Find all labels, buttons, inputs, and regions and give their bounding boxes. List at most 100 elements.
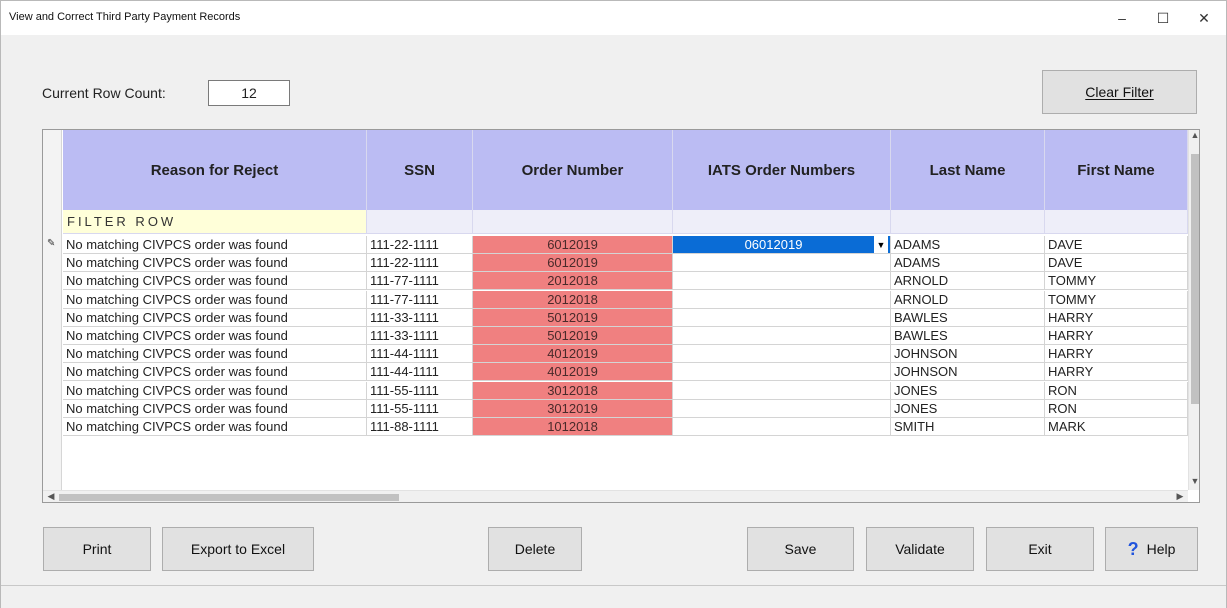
cell-last-name[interactable]: ADAMS [891, 236, 1045, 254]
delete-button[interactable]: Delete [488, 527, 582, 571]
cell-reason[interactable]: No matching CIVPCS order was found [63, 308, 367, 327]
filter-cell-order-number[interactable] [473, 210, 673, 234]
cell-ssn[interactable]: 111-77-1111 [367, 290, 473, 309]
validate-button[interactable]: Validate [866, 527, 974, 571]
cell-first-name[interactable]: RON [1045, 399, 1188, 418]
cell-order-number[interactable]: 4012019 [473, 363, 673, 382]
cell-reason[interactable]: No matching CIVPCS order was found [63, 381, 367, 400]
cell-first-name[interactable]: HARRY [1045, 363, 1188, 382]
cell-ssn[interactable]: 111-88-1111 [367, 418, 473, 436]
scroll-left-icon[interactable]: ◀ [45, 491, 57, 502]
cell-order-number[interactable]: 3012018 [473, 381, 673, 400]
scroll-right-icon[interactable]: ▶ [1174, 491, 1186, 502]
vertical-scroll-thumb[interactable] [1191, 154, 1199, 404]
cell-order-number[interactable]: 2012018 [473, 290, 673, 309]
cell-last-name[interactable]: JOHNSON [891, 363, 1045, 382]
cell-reason[interactable]: No matching CIVPCS order was found [63, 254, 367, 273]
cell-last-name[interactable]: JONES [891, 381, 1045, 400]
filter-cell-reason[interactable]: FILTER ROW [63, 210, 367, 234]
minimize-button[interactable]: – [1102, 1, 1142, 35]
cell-reason[interactable]: No matching CIVPCS order was found [63, 418, 367, 436]
cell-reason[interactable]: No matching CIVPCS order was found [63, 345, 367, 364]
help-button[interactable]: ? Help [1105, 527, 1198, 571]
cell-ssn[interactable]: 111-77-1111 [367, 272, 473, 291]
cell-first-name[interactable]: DAVE [1045, 254, 1188, 273]
cell-reason[interactable]: No matching CIVPCS order was found [63, 363, 367, 382]
cell-last-name[interactable]: ARNOLD [891, 272, 1045, 291]
cell-order-number[interactable]: 2012018 [473, 272, 673, 291]
cell-iats-order[interactable] [673, 399, 891, 418]
cell-iats-order[interactable] [673, 363, 891, 382]
filter-cell-ssn[interactable] [367, 210, 473, 234]
cell-iats-order[interactable]: 06012019 ▼ [673, 236, 891, 254]
cell-ssn[interactable]: 111-55-1111 [367, 399, 473, 418]
print-button[interactable]: Print [43, 527, 151, 571]
cell-order-number[interactable]: 5012019 [473, 308, 673, 327]
cell-iats-order[interactable] [673, 254, 891, 273]
cell-iats-order[interactable] [673, 308, 891, 327]
cell-reason[interactable]: No matching CIVPCS order was found [63, 290, 367, 309]
cell-reason[interactable]: No matching CIVPCS order was found [63, 327, 367, 345]
vertical-scrollbar[interactable]: ▲ ▼ [1188, 130, 1199, 490]
cell-first-name[interactable]: DAVE [1045, 236, 1188, 254]
cell-first-name[interactable]: RON [1045, 381, 1188, 400]
cell-reason[interactable]: No matching CIVPCS order was found [63, 236, 367, 254]
column-header-last-name[interactable]: Last Name [891, 130, 1045, 210]
cell-last-name[interactable]: BAWLES [891, 327, 1045, 345]
scroll-down-icon[interactable]: ▼ [1189, 476, 1199, 486]
cell-iats-order[interactable] [673, 381, 891, 400]
cell-reason[interactable]: No matching CIVPCS order was found [63, 272, 367, 291]
scroll-up-icon[interactable]: ▲ [1189, 130, 1199, 140]
cell-ssn[interactable]: 111-55-1111 [367, 381, 473, 400]
cell-iats-order[interactable] [673, 272, 891, 291]
maximize-button[interactable]: ☐ [1143, 1, 1183, 35]
cell-ssn[interactable]: 111-33-1111 [367, 308, 473, 327]
chevron-down-icon[interactable]: ▼ [874, 236, 888, 253]
cell-last-name[interactable]: JONES [891, 399, 1045, 418]
horizontal-scroll-thumb[interactable] [59, 494, 399, 501]
close-button[interactable]: ✕ [1184, 1, 1224, 35]
column-header-first-name[interactable]: First Name [1045, 130, 1188, 210]
cell-iats-order[interactable] [673, 418, 891, 436]
cell-ssn[interactable]: 111-33-1111 [367, 327, 473, 345]
cell-order-number[interactable]: 6012019 [473, 236, 673, 254]
cell-iats-order[interactable] [673, 290, 891, 309]
cell-order-number[interactable]: 3012019 [473, 399, 673, 418]
cell-order-number[interactable]: 1012018 [473, 418, 673, 436]
column-header-reason[interactable]: Reason for Reject [63, 130, 367, 210]
cell-last-name[interactable]: BAWLES [891, 308, 1045, 327]
save-button[interactable]: Save [747, 527, 854, 571]
cell-last-name[interactable]: ARNOLD [891, 290, 1045, 309]
cell-order-number[interactable]: 4012019 [473, 345, 673, 364]
cell-ssn[interactable]: 111-22-1111 [367, 254, 473, 273]
column-header-order-number[interactable]: Order Number [473, 130, 673, 210]
clear-filter-button[interactable]: Clear Filter [1042, 70, 1197, 114]
cell-iats-order[interactable] [673, 327, 891, 345]
cell-first-name[interactable]: HARRY [1045, 308, 1188, 327]
column-header-iats-order[interactable]: IATS Order Numbers [673, 130, 891, 210]
cell-first-name[interactable]: MARK [1045, 418, 1188, 436]
cell-last-name[interactable]: JOHNSON [891, 345, 1045, 364]
cell-first-name[interactable]: TOMMY [1045, 290, 1188, 309]
records-grid[interactable]: Reason for Reject FILTER ROW SSN Order Numb… [42, 129, 1200, 503]
cell-last-name[interactable]: ADAMS [891, 254, 1045, 273]
cell-first-name[interactable]: HARRY [1045, 327, 1188, 345]
cell-reason[interactable]: No matching CIVPCS order was found [63, 399, 367, 418]
cell-ssn[interactable]: 111-44-1111 [367, 345, 473, 364]
cell-ssn[interactable]: 111-44-1111 [367, 363, 473, 382]
filter-cell-first-name[interactable] [1045, 210, 1188, 234]
cell-iats-order[interactable] [673, 345, 891, 364]
cell-last-name[interactable]: SMITH [891, 418, 1045, 436]
help-label: Help [1146, 541, 1176, 557]
cell-first-name[interactable]: TOMMY [1045, 272, 1188, 291]
cell-first-name[interactable]: HARRY [1045, 345, 1188, 364]
cell-ssn[interactable]: 111-22-1111 [367, 236, 473, 254]
column-header-ssn[interactable]: SSN [367, 130, 473, 210]
filter-cell-iats-order[interactable] [673, 210, 891, 234]
exit-button[interactable]: Exit [986, 527, 1094, 571]
export-excel-button[interactable]: Export to Excel [162, 527, 314, 571]
filter-cell-last-name[interactable] [891, 210, 1045, 234]
cell-order-number[interactable]: 6012019 [473, 254, 673, 273]
cell-order-number[interactable]: 5012019 [473, 327, 673, 345]
horizontal-scrollbar[interactable]: ◀ ▶ [43, 490, 1188, 502]
